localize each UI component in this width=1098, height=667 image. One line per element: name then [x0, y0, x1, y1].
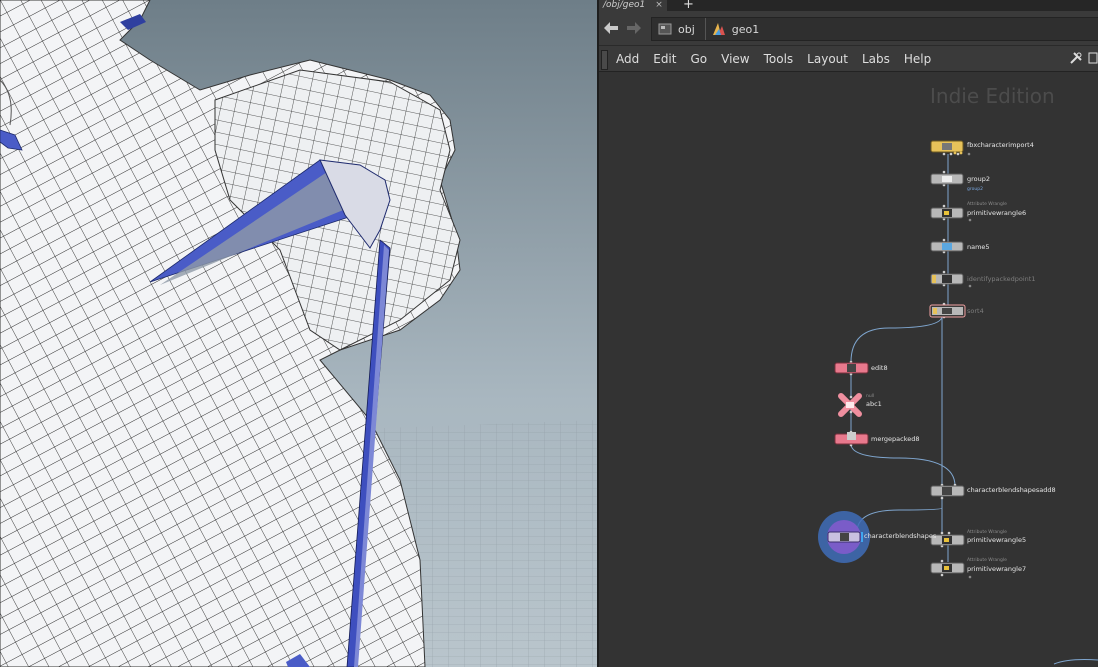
- obj-network-icon: [658, 22, 672, 36]
- node-edit8: [834, 362, 869, 374]
- wire: [850, 315, 943, 363]
- node-comment-group: group2: [967, 187, 983, 192]
- crumb-label: obj: [678, 22, 695, 36]
- node-label-pw6[interactable]: primitivewrangle6: [967, 209, 1026, 217]
- node-label-group[interactable]: group2: [967, 175, 990, 183]
- node-label-name5[interactable]: name5: [967, 243, 990, 251]
- network-editor-pane: /obj/geo1 × + obj geo1 Add Edit Go View …: [599, 0, 1098, 667]
- node-identifypackedpoint1: [930, 273, 972, 288]
- viewport-canvas[interactable]: [0, 0, 597, 667]
- toolbar-grip[interactable]: [601, 50, 608, 70]
- node-label-sort4[interactable]: sort4: [967, 307, 984, 315]
- node-graph[interactable]: Indie Edition fbxcharacterimport4 group2…: [599, 72, 1098, 667]
- wire: [856, 496, 943, 533]
- node-characterblendshapes: [818, 511, 870, 563]
- node-label-edit8[interactable]: edit8: [871, 364, 888, 372]
- wire: [1053, 659, 1098, 665]
- menu-add[interactable]: Add: [616, 52, 639, 66]
- path-bar: obj geo1: [599, 11, 1098, 46]
- tab-close-icon[interactable]: ×: [655, 1, 663, 10]
- node-sort4: [929, 304, 966, 318]
- geo-node-icon: [712, 22, 726, 36]
- node-label-ident[interactable]: identifypackedpoint1: [967, 275, 1035, 283]
- menu-help[interactable]: Help: [904, 52, 931, 66]
- node-type-abc1: null: [866, 394, 875, 399]
- crumb-geo1[interactable]: geo1: [704, 18, 769, 40]
- node-characterblendshapesadd8: [930, 485, 965, 497]
- node-type-pw6: Attribute Wrangle: [967, 202, 1007, 207]
- forward-arrow-icon[interactable]: [627, 22, 641, 38]
- node-mergepacked8: [834, 432, 869, 445]
- node-type-pw5: Attribute Wrangle: [967, 530, 1007, 535]
- node-label-fbx[interactable]: fbxcharacterimport4: [967, 141, 1034, 149]
- crumb-label: geo1: [731, 22, 760, 36]
- breadcrumb: obj geo1: [651, 17, 1098, 41]
- wire: [850, 443, 956, 487]
- back-arrow-icon[interactable]: [604, 22, 618, 38]
- node-group2: [930, 173, 964, 185]
- node-label-cbs[interactable]: characterblendshapes: [864, 532, 936, 540]
- menu-tools[interactable]: Tools: [764, 52, 794, 66]
- node-primitivewrangle7: [930, 562, 972, 579]
- tab-label: /obj/geo1: [603, 0, 646, 10]
- menu-view[interactable]: View: [721, 52, 749, 66]
- node-label-abc1[interactable]: abc1: [866, 400, 882, 408]
- node-primitivewrangle6: [930, 207, 972, 222]
- node-label-pw5[interactable]: primitivewrangle5: [967, 536, 1026, 544]
- node-name5: [930, 241, 964, 252]
- scene-viewport[interactable]: [0, 0, 597, 667]
- node-label-pw7[interactable]: primitivewrangle7: [967, 565, 1026, 573]
- wrench-icon[interactable]: [1069, 51, 1083, 65]
- node-label-cbsadd[interactable]: characterblendshapesadd8: [967, 486, 1056, 494]
- node-label-merge[interactable]: mergepacked8: [871, 435, 920, 443]
- menu-go[interactable]: Go: [690, 52, 707, 66]
- menu-bar: Add Edit Go View Tools Layout Labs Help: [599, 46, 1098, 72]
- pane-menu-icon[interactable]: [1088, 51, 1098, 65]
- menu-labs[interactable]: Labs: [862, 52, 890, 66]
- network-tab[interactable]: /obj/geo1 ×: [599, 0, 667, 11]
- menu-layout[interactable]: Layout: [807, 52, 848, 66]
- new-tab-button[interactable]: +: [683, 0, 694, 11]
- wire-layer: [818, 140, 1098, 665]
- crumb-obj[interactable]: obj: [652, 18, 705, 40]
- menu-edit[interactable]: Edit: [653, 52, 676, 66]
- pane-tab-bar: /obj/geo1 × +: [599, 0, 1098, 11]
- node-type-pw7: Attribute Wrangle: [967, 558, 1007, 563]
